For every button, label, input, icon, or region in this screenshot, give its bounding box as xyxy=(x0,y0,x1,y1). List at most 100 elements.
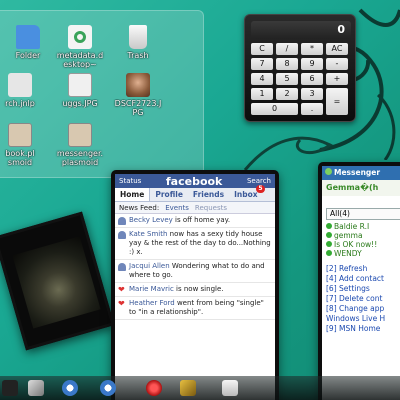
desktop-icon-trash[interactable]: Trash xyxy=(105,25,171,60)
recycle-doc-icon xyxy=(68,25,92,49)
post-author-link[interactable]: Becky Levey xyxy=(129,216,173,224)
post-author-link[interactable]: Kate Smith xyxy=(129,230,167,238)
tab-profile[interactable]: Profile xyxy=(150,188,188,201)
desktop-icon-messenger-plasmoid[interactable]: messenger. plasmoid xyxy=(47,123,113,167)
tab-friends[interactable]: Friends xyxy=(188,188,229,201)
contact-group-value: All(4) xyxy=(330,209,350,218)
facebook-search-link[interactable]: Search xyxy=(247,177,271,185)
browser-icon[interactable] xyxy=(146,380,162,396)
facebook-panel: Status facebook Search Home Profile Frie… xyxy=(115,174,275,400)
kickoff-icon[interactable] xyxy=(2,380,18,396)
calc-key-1[interactable]: 1 xyxy=(251,88,273,100)
calc-key-5[interactable]: 5 xyxy=(276,73,298,85)
delete-contact-link[interactable]: [7] Delete cont xyxy=(322,294,400,304)
settings-link[interactable]: [6] Settings xyxy=(322,284,400,294)
calc-key-9[interactable]: 9 xyxy=(301,58,323,70)
facebook-logo: facebook xyxy=(165,174,223,188)
post-author-link[interactable]: Jacqui Allen xyxy=(129,262,170,270)
calc-key-7[interactable]: 7 xyxy=(251,58,273,70)
plasmoid-icon[interactable] xyxy=(62,380,78,396)
messenger-panel: Messenger Gemma�(h All(4) Baldie R.I gem… xyxy=(322,166,400,400)
window-icon[interactable] xyxy=(28,380,44,396)
photo-file-icon xyxy=(126,73,150,97)
plasmoid-file-icon xyxy=(8,123,32,147)
post-author-link[interactable]: Marie Mavric xyxy=(129,285,174,293)
jnlp-file-icon xyxy=(8,73,32,97)
calc-key-multiply[interactable]: * xyxy=(301,43,323,55)
contact-item[interactable]: Is OK now!! xyxy=(322,240,400,249)
folder-icon xyxy=(16,25,40,49)
photo-frame-plasmoid xyxy=(0,211,115,351)
change-appearance-link[interactable]: [8] Change app xyxy=(322,304,400,314)
facebook-plasmoid: Status facebook Search Home Profile Frie… xyxy=(111,170,279,400)
tools-icon[interactable] xyxy=(180,380,196,396)
inbox-count-badge: 5 xyxy=(256,185,265,193)
contact-item[interactable]: Baldie R.I xyxy=(322,222,400,231)
events-link[interactable]: Events xyxy=(165,202,189,213)
desktop-icon-jnlp[interactable]: rch.jnlp xyxy=(0,73,53,108)
notes-icon[interactable] xyxy=(222,380,238,396)
calc-key-0[interactable]: 0 xyxy=(251,103,298,115)
news-feed-item: Becky Levey is off home yay. xyxy=(115,214,275,228)
desktop-icon-metadata[interactable]: metadata.d esktop~ xyxy=(47,25,113,69)
online-status-icon xyxy=(326,232,332,238)
messenger-nickname[interactable]: Gemma�(h xyxy=(322,180,400,196)
msn-home-link[interactable]: [9] MSN Home xyxy=(322,324,400,334)
calc-key-4[interactable]: 4 xyxy=(251,73,273,85)
desktop-icon-facebook-plasmoid[interactable]: book.pl smoid xyxy=(0,123,53,167)
calculator-plasmoid: 0 C / * AC 7 8 9 - 4 5 6 + 1 2 3 = 0 . xyxy=(244,14,356,122)
plasmoid-icon[interactable] xyxy=(100,380,116,396)
messenger-title: Messenger xyxy=(334,168,381,177)
contact-name: gemma xyxy=(334,231,363,240)
messenger-logo-icon xyxy=(325,168,332,175)
post-author-link[interactable]: Heather Ford xyxy=(129,299,175,307)
calc-key-decimal[interactable]: . xyxy=(301,103,323,115)
post-text: is off home yay. xyxy=(172,216,231,224)
desktop-icon-uggs[interactable]: uggs.JPG xyxy=(47,73,113,108)
folder-view-plasmoid: Folder metadata.d esktop~ Trash rch.jnlp… xyxy=(0,10,204,178)
news-feed-label: News Feed: xyxy=(119,204,160,212)
news-feed-item: ❤ Marie Mavric is now single. xyxy=(115,283,275,297)
add-contact-link[interactable]: [4] Add contact xyxy=(322,274,400,284)
calculator-display: 0 xyxy=(251,21,351,39)
contact-name: Baldie R.I xyxy=(334,222,370,231)
calc-key-divide[interactable]: / xyxy=(276,43,298,55)
calc-key-minus[interactable]: - xyxy=(326,58,348,70)
tab-inbox-label: Inbox xyxy=(234,190,258,199)
slideshow-image xyxy=(12,236,101,329)
contact-item[interactable]: WENDY xyxy=(322,249,400,258)
facebook-nav: Home Profile Friends Inbox 5 xyxy=(115,185,275,202)
calc-key-8[interactable]: 8 xyxy=(276,58,298,70)
person-icon xyxy=(118,231,126,239)
calc-key-3[interactable]: 3 xyxy=(301,88,323,100)
calc-key-clear[interactable]: C xyxy=(251,43,273,55)
facebook-status-link[interactable]: Status xyxy=(119,177,141,185)
requests-link[interactable]: Requests xyxy=(195,202,227,213)
trash-icon xyxy=(129,25,147,49)
news-feed-item: Kate Smith now has a sexy tidy house yay… xyxy=(115,228,275,260)
calc-key-equals[interactable]: = xyxy=(326,88,348,115)
calc-key-all-clear[interactable]: AC xyxy=(326,43,348,55)
desktop-icon-dscf[interactable]: DSCF2723.J PG xyxy=(105,73,171,117)
news-feed-item: ❤ Heather Ford went from being "single" … xyxy=(115,297,275,320)
facebook-subnav: News Feed: Events Requests xyxy=(115,202,275,214)
tab-home[interactable]: Home xyxy=(115,188,151,201)
taskbar xyxy=(0,376,400,400)
calc-key-2[interactable]: 2 xyxy=(276,88,298,100)
contact-name: Is OK now!! xyxy=(334,240,378,249)
calculator-keypad: C / * AC 7 8 9 - 4 5 6 + 1 2 3 = 0 . xyxy=(251,43,351,115)
tab-inbox[interactable]: Inbox 5 xyxy=(229,185,265,201)
calc-key-6[interactable]: 6 xyxy=(301,73,323,85)
online-status-icon xyxy=(326,241,332,247)
contact-group-select[interactable]: All(4) xyxy=(326,208,400,220)
person-icon xyxy=(118,263,126,271)
heart-icon: ❤ xyxy=(118,299,125,308)
contact-item[interactable]: gemma xyxy=(322,231,400,240)
online-status-icon xyxy=(326,250,332,256)
news-feed-item: Jacqui Allen Wondering what to do and wh… xyxy=(115,260,275,283)
refresh-link[interactable]: [2] Refresh xyxy=(322,264,400,274)
plasmoid-file-icon xyxy=(68,123,92,147)
calc-key-plus[interactable]: + xyxy=(326,73,348,85)
windows-live-link[interactable]: Windows Live H xyxy=(322,314,400,324)
facebook-header: Status facebook Search xyxy=(115,174,275,188)
